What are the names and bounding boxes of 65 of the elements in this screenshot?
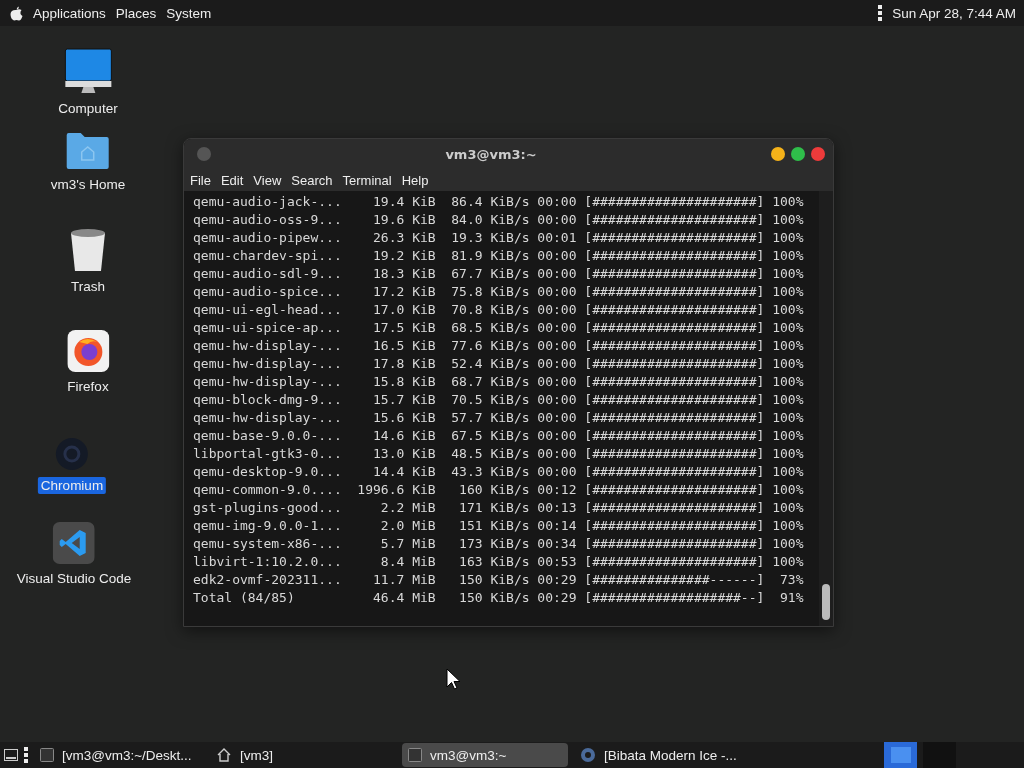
maximize-button[interactable] [791, 147, 805, 161]
workspace-switcher[interactable] [884, 742, 917, 768]
chromium-icon [55, 437, 89, 471]
scrollbar[interactable] [819, 191, 833, 626]
taskbar-button[interactable]: [Bibata Modern Ice -... [574, 743, 754, 767]
menu-item[interactable]: Terminal [338, 170, 396, 190]
trash-icon [70, 228, 106, 272]
terminal-line: libvirt-1:10.2.0... 8.4 MiB 163 KiB/s 00:53 [#####################] 100% [193, 553, 805, 571]
chromium-icon [580, 747, 596, 763]
desktop-icon-label[interactable]: Visual Studio Code [13, 570, 135, 587]
terminal-line: qemu-audio-oss-9... 19.6 KiB 84.0 KiB/s 00:00 [#####################] 100% [193, 211, 805, 229]
terminal-line: qemu-common-9.0.... 1996.6 KiB 160 KiB/s 00:12 [#####################] 100% [193, 481, 805, 499]
firefox-icon [67, 330, 109, 372]
terminal-line: qemu-hw-display-... 15.8 KiB 68.7 KiB/s 00:00 [#####################] 100% [193, 373, 805, 391]
terminal-line: qemu-audio-pipew... 26.3 KiB 19.3 KiB/s 00:01 [#####################] 100% [193, 229, 805, 247]
show-desktop-icon[interactable] [4, 749, 18, 761]
terminal-line: qemu-audio-sdl-9... 18.3 KiB 67.7 KiB/s 00:00 [#####################] 100% [193, 265, 805, 283]
clock[interactable]: Sun Apr 28, 7:44 AM [892, 5, 1016, 21]
menu-item[interactable]: Help [397, 170, 433, 190]
terminal-line: qemu-ui-spice-ap... 17.5 KiB 68.5 KiB/s 00:00 [#####################] 100% [193, 319, 805, 337]
terminal-line: qemu-hw-display-... 17.8 KiB 52.4 KiB/s 00:00 [#####################] 100% [193, 355, 805, 373]
terminal-line: qemu-audio-spice... 17.2 KiB 75.8 KiB/s 00:00 [#####################] 100% [193, 283, 805, 301]
vertical-dots-icon[interactable] [24, 747, 28, 763]
terminal-line: edk2-ovmf-202311... 11.7 MiB 150 KiB/s 00:29 [###############------] 73% [193, 571, 805, 589]
computer-icon [64, 48, 112, 94]
vertical-dots-icon[interactable] [878, 5, 883, 21]
scrollbar-thumb[interactable] [822, 584, 830, 620]
terminal-line: gst-plugins-good... 2.2 MiB 171 KiB/s 00:13 [#####################] 100% [193, 499, 805, 517]
taskbar-button[interactable]: vm3@vm3:~ [402, 743, 568, 767]
terminal-line: Total (84/85) 46.4 MiB 150 KiB/s 00:29 [###################--] 91% [193, 589, 805, 607]
terminal-line: qemu-base-9.0.0-... 14.6 KiB 67.5 KiB/s 00:00 [#####################] 100% [193, 427, 805, 445]
mouse-pointer-icon [446, 668, 462, 690]
terminal-line: qemu-audio-jack-... 19.4 KiB 86.4 KiB/s 00:00 [#####################] 100% [193, 193, 805, 211]
menu-item[interactable]: Edit [216, 170, 248, 190]
menu-item[interactable]: File [186, 170, 215, 190]
minimize-button[interactable] [771, 147, 785, 161]
panel-menu[interactable]: Places [115, 5, 157, 21]
terminal-line: libportal-gtk3-0... 13.0 KiB 48.5 KiB/s 00:00 [#####################] 100% [193, 445, 805, 463]
terminal-line: qemu-block-dmg-9... 15.7 KiB 70.5 KiB/s 00:00 [#####################] 100% [193, 391, 805, 409]
menu-item[interactable]: Search [287, 170, 337, 190]
terminal-line: qemu-img-9.0.0-1... 2.0 MiB 151 KiB/s 00:14 [#####################] 100% [193, 517, 805, 535]
close-button[interactable] [811, 147, 825, 161]
terminal-line: qemu-desktop-9.0... 14.4 KiB 43.3 KiB/s 00:00 [#####################] 100% [193, 463, 805, 481]
desktop-icon-label[interactable]: Chromium [37, 477, 107, 494]
desktop-icon-label[interactable]: Firefox [64, 378, 112, 395]
taskbar-button[interactable]: [vm3@vm3:~/Deskt... [34, 743, 204, 767]
desktop-icon-label[interactable]: Computer [55, 100, 121, 117]
panel-menu[interactable]: System [166, 5, 212, 21]
desktop-icon-label[interactable]: Trash [68, 278, 108, 295]
panel-menu[interactable]: Applications [33, 5, 106, 21]
terminal-icon [40, 748, 54, 762]
vscode-icon [53, 522, 95, 564]
terminal-line: qemu-ui-egl-head... 17.0 KiB 70.8 KiB/s 00:00 [#####################] 100% [193, 301, 805, 319]
taskbar-button[interactable]: [vm3] [210, 743, 300, 767]
home-icon [216, 748, 232, 762]
terminal-line: qemu-system-x86-... 5.7 MiB 173 KiB/s 00:34 [#####################] 100% [193, 535, 805, 553]
window-title: vm3@vm3:~ [444, 146, 538, 162]
menu-item[interactable]: View [249, 170, 286, 190]
terminal-line: qemu-chardev-spi... 19.2 KiB 81.9 KiB/s 00:00 [#####################] 100% [193, 247, 805, 265]
terminal-line: qemu-hw-display-... 16.5 KiB 77.6 KiB/s 00:00 [#####################] 100% [193, 337, 805, 355]
apple-logo-icon [10, 5, 23, 21]
home-folder-icon [66, 132, 110, 170]
terminal-icon [408, 748, 422, 762]
terminal-line: qemu-hw-display-... 15.6 KiB 57.7 KiB/s 00:00 [#####################] 100% [193, 409, 805, 427]
desktop-icon-label[interactable]: vm3's Home [47, 176, 129, 193]
